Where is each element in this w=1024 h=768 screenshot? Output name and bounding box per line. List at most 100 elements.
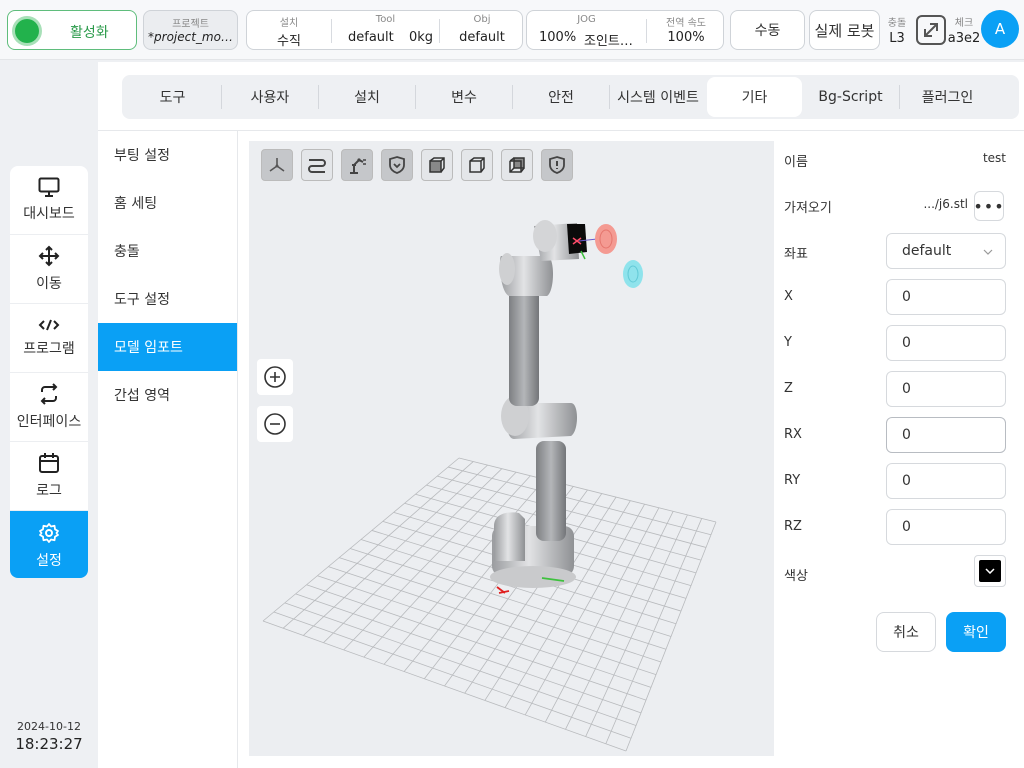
monitor-icon bbox=[38, 177, 60, 197]
global-speed-label: 전역 속도 bbox=[666, 18, 706, 29]
avatar[interactable]: A bbox=[981, 10, 1019, 48]
submenu-interference-zone[interactable]: 간섭 영역 bbox=[98, 371, 237, 419]
jog-speed-panel[interactable]: JOG 100% 조인트… 전역 속도 100% bbox=[526, 10, 724, 50]
path-icon[interactable] bbox=[301, 149, 333, 181]
project-name: *project_mo… bbox=[148, 30, 233, 44]
x-row: X 0 bbox=[784, 277, 1020, 317]
tab-system-events[interactable]: 시스템 이벤트 bbox=[610, 77, 706, 117]
tab-tool[interactable]: 도구 bbox=[125, 77, 220, 117]
submenu-home-setting[interactable]: 홈 세팅 bbox=[98, 179, 237, 227]
nav-log[interactable]: 로그 bbox=[10, 442, 88, 511]
avatar-initial: A bbox=[994, 20, 1006, 38]
import-file-path: .../j6.stl bbox=[923, 197, 968, 211]
tab-user[interactable]: 사용자 bbox=[222, 77, 318, 117]
rz-label: RZ bbox=[784, 519, 802, 534]
z-input[interactable]: 0 bbox=[886, 371, 1006, 407]
global-speed-value: 100% bbox=[667, 30, 705, 45]
cancel-button[interactable]: 취소 bbox=[876, 612, 936, 652]
gear-icon bbox=[39, 522, 59, 543]
zoom-in-icon bbox=[264, 366, 286, 388]
chevron-down-icon bbox=[985, 568, 995, 574]
tab-install[interactable]: 설치 bbox=[319, 77, 415, 117]
nav-settings[interactable]: 설정 bbox=[10, 511, 88, 578]
robot-scene bbox=[262, 220, 717, 752]
settings-tabs: 도구 사용자 설치 변수 안전 시스템 이벤트 기타 Bg-Script 플러그… bbox=[122, 75, 1019, 119]
cube-side-icon[interactable] bbox=[461, 149, 493, 181]
project-selector[interactable]: 프로젝트 *project_mo… bbox=[143, 10, 238, 50]
x-input[interactable]: 0 bbox=[886, 279, 1006, 315]
submenu-tool-settings[interactable]: 도구 설정 bbox=[98, 275, 237, 323]
color-label: 색상 bbox=[784, 569, 808, 584]
cube-back-icon[interactable] bbox=[501, 149, 533, 181]
zoom-in-button[interactable] bbox=[257, 359, 293, 395]
activate-button[interactable]: 활성화 bbox=[7, 10, 137, 50]
nav-settings-label: 설정 bbox=[36, 552, 62, 569]
jog-mode: 조인트… bbox=[584, 34, 633, 49]
manual-mode-button[interactable]: 수동 bbox=[730, 10, 805, 50]
nav-interface[interactable]: 인터페이스 bbox=[10, 373, 88, 442]
zoom-out-button[interactable] bbox=[257, 406, 293, 442]
check-label: 체크 bbox=[954, 18, 974, 29]
3d-viewport[interactable] bbox=[249, 141, 774, 756]
submenu-collision[interactable]: 충돌 bbox=[98, 227, 237, 275]
y-label: Y bbox=[784, 335, 792, 350]
robot-model bbox=[490, 220, 643, 594]
tab-variables[interactable]: 변수 bbox=[416, 77, 512, 117]
robot-arm-icon[interactable] bbox=[341, 149, 373, 181]
y-row: Y 0 bbox=[784, 323, 1020, 363]
nav-dashboard-label: 대시보드 bbox=[23, 206, 75, 222]
rx-label: RX bbox=[784, 427, 802, 442]
grid-lines bbox=[262, 457, 717, 752]
collision-value: L3 bbox=[889, 31, 905, 46]
browse-file-button[interactable]: ••• bbox=[973, 191, 1004, 221]
clock-date: 2024-10-12 bbox=[17, 720, 81, 733]
global-speed-segment[interactable]: 전역 속도 100% bbox=[647, 11, 725, 49]
clock-time: 18:23:27 bbox=[15, 735, 83, 753]
nav-program[interactable]: 프로그램 bbox=[10, 304, 88, 373]
ry-input[interactable]: 0 bbox=[886, 463, 1006, 499]
ry-label: RY bbox=[784, 473, 801, 488]
manual-mode-label: 수동 bbox=[754, 23, 781, 39]
real-robot-button[interactable]: 실제 로봇 bbox=[809, 10, 880, 50]
nav-move[interactable]: 이동 bbox=[10, 235, 88, 304]
tab-safety[interactable]: 안전 bbox=[513, 77, 609, 117]
nav-dashboard[interactable]: 대시보드 bbox=[10, 166, 88, 235]
color-row: 색상 bbox=[784, 553, 1020, 593]
obj-value: default bbox=[459, 30, 505, 45]
install-tool-obj-panel[interactable]: 설치 수직 Tool default 0kg Obj default bbox=[246, 10, 523, 50]
check-code: 체크 a3e2 bbox=[947, 14, 981, 46]
main-nav: 대시보드 이동 프로그램 인터페이스 로그 설정 bbox=[10, 166, 88, 578]
expand-icon[interactable] bbox=[916, 15, 946, 49]
collision-level[interactable]: 충돌 L3 bbox=[882, 14, 912, 46]
name-row: 이름 test bbox=[784, 139, 1020, 179]
name-value: test bbox=[982, 151, 1006, 165]
install-segment[interactable]: 설치 수직 bbox=[247, 11, 331, 49]
y-input[interactable]: 0 bbox=[886, 325, 1006, 361]
submenu-model-import[interactable]: 모델 임포트 bbox=[98, 323, 237, 371]
rx-input[interactable]: 0 bbox=[886, 417, 1006, 453]
confirm-button[interactable]: 확인 bbox=[946, 612, 1006, 652]
submenu-boot-settings[interactable]: 부팅 설정 bbox=[98, 131, 237, 179]
tool-label: Tool bbox=[375, 14, 396, 25]
coord-row: 좌표 default bbox=[784, 231, 1020, 271]
cube-front-icon[interactable] bbox=[421, 149, 453, 181]
tab-other[interactable]: 기타 bbox=[707, 77, 802, 117]
tab-plugin[interactable]: 플러그인 bbox=[900, 77, 995, 117]
obj-segment[interactable]: Obj default bbox=[440, 11, 524, 49]
x-label: X bbox=[784, 289, 793, 304]
jog-segment[interactable]: JOG 100% 조인트… bbox=[527, 11, 646, 49]
rz-row: RZ 0 bbox=[784, 507, 1020, 547]
shield-check-icon[interactable] bbox=[381, 149, 413, 181]
jog-percent: 100% bbox=[539, 30, 577, 45]
nav-program-label: 프로그램 bbox=[23, 341, 75, 357]
jog-label: JOG bbox=[577, 14, 596, 25]
color-picker[interactable] bbox=[974, 555, 1006, 587]
zoom-out-icon bbox=[264, 413, 286, 435]
check-value: a3e2 bbox=[947, 31, 981, 46]
shield-alert-icon[interactable] bbox=[541, 149, 573, 181]
rz-input[interactable]: 0 bbox=[886, 509, 1006, 545]
coord-select[interactable]: default bbox=[886, 233, 1006, 269]
axis-view-icon[interactable] bbox=[261, 149, 293, 181]
tab-bg-script[interactable]: Bg-Script bbox=[803, 77, 898, 117]
tool-segment[interactable]: Tool default 0kg bbox=[332, 11, 439, 49]
